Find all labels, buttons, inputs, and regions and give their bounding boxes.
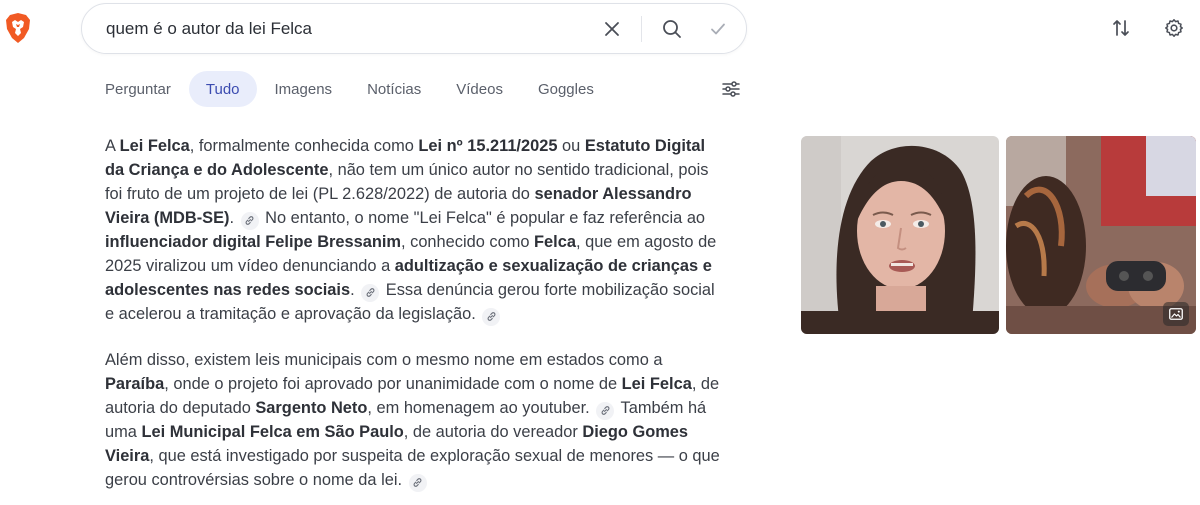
tab-perguntar[interactable]: Perguntar — [88, 71, 188, 107]
tab-noticias[interactable]: Notícias — [350, 71, 438, 107]
answer-paragraph: Além disso, existem leis municipais com … — [105, 348, 725, 492]
ai-answer: A Lei Felca, formalmente conhecida como … — [105, 134, 725, 492]
link-icon[interactable] — [240, 211, 259, 230]
answer-bold: Felca — [534, 233, 576, 251]
answer-text: A — [105, 137, 120, 155]
answer-text: . — [350, 281, 355, 299]
tab-imagens[interactable]: Imagens — [258, 71, 350, 107]
answer-bold: Lei nº 15.211/2025 — [418, 137, 558, 155]
answer-text: , conhecido como — [401, 233, 535, 251]
answer-text: No entanto, o nome "Lei Felca" é popular… — [260, 209, 706, 227]
image-result-portrait[interactable] — [801, 136, 999, 334]
link-icon[interactable] — [361, 283, 380, 302]
answer-text: , formalmente conhecida como — [189, 137, 419, 155]
answer-text: , onde o projeto foi aprovado por unanim… — [164, 375, 622, 393]
answer-text: , de autoria do vereador — [403, 423, 583, 441]
link-icon[interactable] — [596, 401, 615, 420]
check-icon[interactable] — [706, 17, 730, 41]
answer-text: . — [229, 209, 235, 227]
search-results-page: Perguntar Tudo Imagens Notícias Vídeos G… — [0, 0, 1200, 505]
image-result-hands-controller[interactable] — [1006, 136, 1196, 334]
answer-bold: Lei Municipal Felca em São Paulo — [141, 423, 404, 441]
tab-goggles[interactable]: Goggles — [521, 71, 611, 107]
search-tabs: Perguntar Tudo Imagens Notícias Vídeos G… — [88, 71, 611, 107]
answer-bold: Paraíba — [105, 375, 165, 393]
separator — [641, 16, 642, 42]
answer-text: ou — [557, 137, 585, 155]
answer-text: , em homenagem ao youtuber. — [367, 399, 590, 417]
link-icon[interactable] — [408, 473, 427, 492]
answer-bold: influenciador digital Felipe Bressanim — [105, 233, 402, 251]
answer-bold: Lei Felca — [621, 375, 692, 393]
gear-icon[interactable] — [1162, 16, 1186, 40]
tab-videos[interactable]: Vídeos — [439, 71, 520, 107]
search-icon[interactable] — [660, 17, 684, 41]
link-icon[interactable] — [482, 307, 501, 326]
swap-icon[interactable] — [1109, 16, 1133, 40]
close-icon[interactable] — [600, 17, 624, 41]
image-icon — [1163, 302, 1189, 326]
sliders-icon[interactable] — [719, 77, 743, 101]
search-bar — [81, 3, 747, 54]
answer-paragraph: A Lei Felca, formalmente conhecida como … — [105, 134, 725, 326]
answer-bold: Lei Felca — [119, 137, 190, 155]
answer-bold: Sargento Neto — [255, 399, 368, 417]
search-input[interactable] — [106, 19, 586, 39]
answer-text: Além disso, existem leis municipais com … — [105, 351, 663, 369]
tab-tudo[interactable]: Tudo — [188, 71, 257, 107]
brave-logo[interactable] — [4, 12, 32, 44]
